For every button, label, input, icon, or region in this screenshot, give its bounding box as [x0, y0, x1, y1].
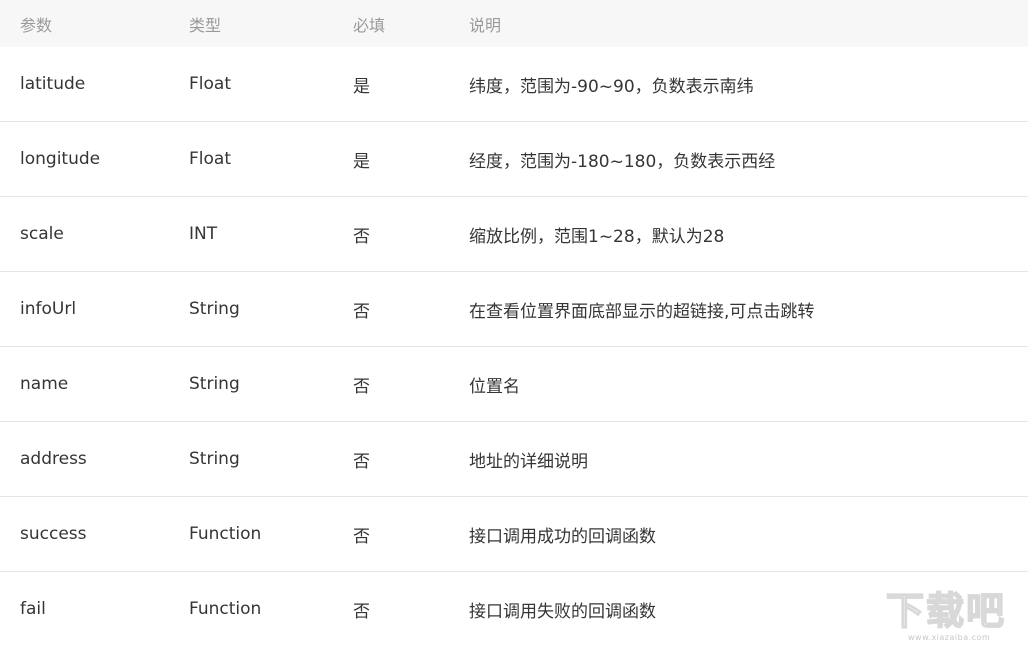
- description-cell: 缩放比例，范围1~28，默认为28: [469, 226, 725, 247]
- type-cell: Function: [189, 524, 262, 544]
- header-param: 参数: [20, 15, 53, 35]
- param-cell: fail: [20, 599, 46, 619]
- header-required: 必填: [353, 15, 386, 35]
- type-cell: Float: [189, 74, 231, 94]
- required-cell: 否: [353, 451, 370, 472]
- param-cell: scale: [20, 224, 64, 244]
- required-cell: 否: [353, 526, 370, 547]
- required-cell: 是: [353, 151, 370, 172]
- required-cell: 否: [353, 601, 370, 622]
- description-cell: 经度，范围为-180~180，负数表示西经: [469, 151, 776, 172]
- parameter-table: 参数 类型 必填 说明 latitude Float 是 纬度，范围为-90~9…: [0, 0, 1028, 646]
- required-cell: 否: [353, 376, 370, 397]
- site-watermark-logo: 下载吧 www.xiazaiba.com: [885, 589, 1022, 642]
- required-cell: 否: [353, 226, 370, 247]
- type-cell: String: [189, 299, 240, 319]
- table-row: name String 否 位置名: [0, 347, 1028, 422]
- param-cell: longitude: [20, 149, 101, 169]
- watermark-url: www.xiazaiba.com: [908, 633, 991, 642]
- param-cell: success: [20, 524, 87, 544]
- type-cell: String: [189, 374, 240, 394]
- param-cell: latitude: [20, 74, 86, 94]
- table-row: longitude Float 是 经度，范围为-180~180，负数表示西经: [0, 122, 1028, 197]
- table-row: latitude Float 是 纬度，范围为-90~90，负数表示南纬: [0, 47, 1028, 122]
- table-row: fail Function 否 接口调用失败的回调函数: [0, 572, 1028, 646]
- header-description: 说明: [469, 15, 502, 35]
- type-cell: Function: [189, 599, 262, 619]
- param-cell: infoUrl: [20, 299, 77, 319]
- param-cell: name: [20, 374, 69, 394]
- description-cell: 地址的详细说明: [469, 451, 588, 472]
- table-row: success Function 否 接口调用成功的回调函数: [0, 497, 1028, 572]
- required-cell: 是: [353, 76, 370, 97]
- type-cell: Float: [189, 149, 231, 169]
- type-cell: INT: [189, 224, 218, 244]
- description-cell: 在查看位置界面底部显示的超链接,可点击跳转: [469, 301, 815, 322]
- description-cell: 位置名: [469, 376, 520, 397]
- type-cell: String: [189, 449, 240, 469]
- header-type: 类型: [189, 15, 222, 35]
- description-cell: 纬度，范围为-90~90，负数表示南纬: [469, 76, 754, 97]
- table-row: infoUrl String 否 在查看位置界面底部显示的超链接,可点击跳转: [0, 272, 1028, 347]
- table-header: 参数 类型 必填 说明: [0, 0, 1028, 47]
- table-row: address String 否 地址的详细说明: [0, 422, 1028, 497]
- required-cell: 否: [353, 301, 370, 322]
- description-cell: 接口调用成功的回调函数: [469, 526, 656, 547]
- table-row: scale INT 否 缩放比例，范围1~28，默认为28: [0, 197, 1028, 272]
- param-cell: address: [20, 449, 87, 469]
- description-cell: 接口调用失败的回调函数: [469, 601, 656, 622]
- watermark-logo-text: 下载吧: [885, 589, 1007, 633]
